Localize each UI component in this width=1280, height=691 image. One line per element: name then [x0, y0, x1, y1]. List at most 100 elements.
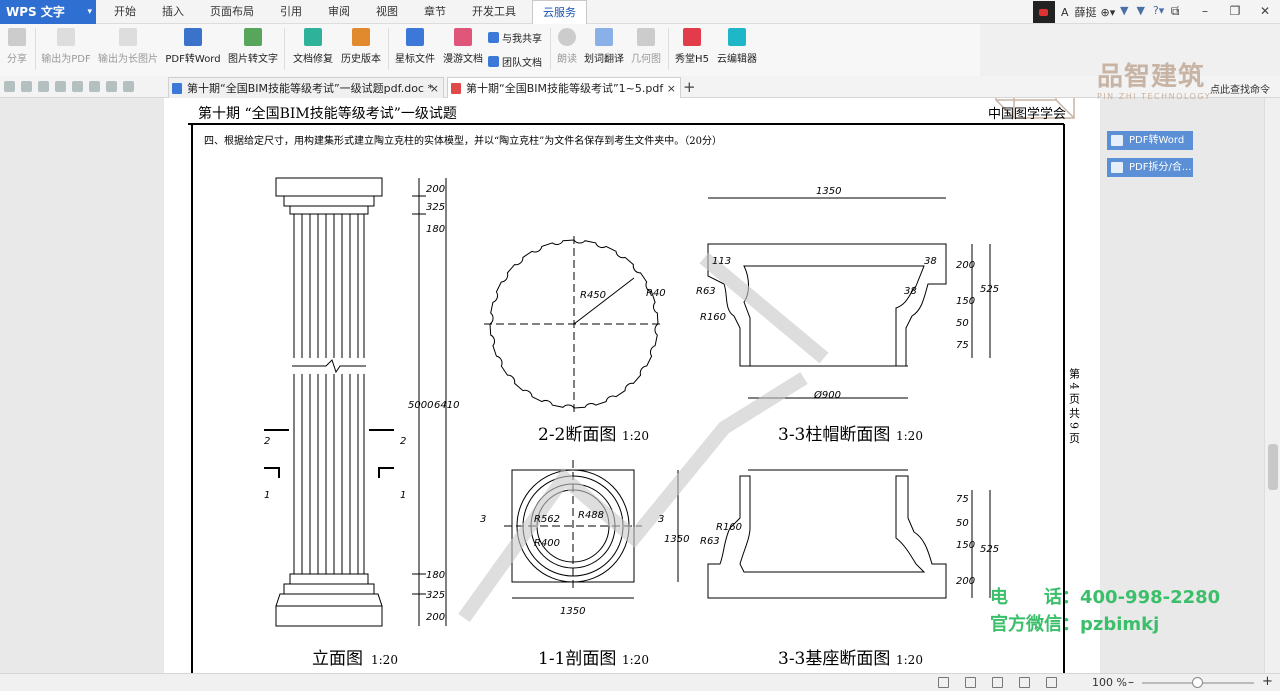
menu-cloud-service[interactable]: 云服务	[532, 0, 587, 25]
menu-chapter[interactable]: 章节	[414, 0, 456, 24]
starred-button[interactable]: 星标文件	[392, 26, 438, 72]
dim-r450: R450	[580, 290, 606, 301]
fullscreen-icon[interactable]	[938, 677, 949, 688]
side-pdf-to-word-button[interactable]: PDF转Word	[1107, 131, 1193, 150]
share-button[interactable]: 分享	[4, 26, 30, 72]
doc-header-org: 中国图学学会	[988, 106, 1066, 122]
web-view-icon[interactable]	[1019, 677, 1030, 688]
menu-references[interactable]: 引用	[270, 0, 312, 24]
geometry-icon	[637, 28, 655, 46]
team-docs-button[interactable]: 团队文档	[488, 54, 542, 69]
read-aloud-button[interactable]: 朗读	[554, 26, 580, 72]
vertical-scrollbar[interactable]	[1264, 98, 1280, 673]
zoom-slider-handle[interactable]	[1192, 677, 1203, 688]
section-mark-2-left: 2	[264, 436, 270, 447]
menu-home[interactable]: 开始	[104, 0, 146, 24]
dim-200-top: 200	[426, 184, 445, 195]
dim-1350-section: 1350	[560, 606, 585, 617]
dim-r63-cap: R63	[696, 286, 716, 297]
dim-325-bottom: 325	[426, 590, 445, 601]
tab-doc[interactable]: 第十期“全国BIM技能等级考试”一级试题pdf.doc * ×	[168, 77, 444, 98]
dim-38-upper: 38	[924, 256, 937, 267]
zoom-in-icon[interactable]: +	[1262, 674, 1273, 689]
zoom-level[interactable]: 100 %	[1092, 676, 1127, 689]
menu-page-layout[interactable]: 页面布局	[200, 0, 264, 24]
user-name[interactable]: 薛挺	[1075, 4, 1097, 20]
dim-113: 113	[712, 256, 731, 267]
open-icon[interactable]	[4, 81, 15, 92]
dim-75-cap: 75	[956, 340, 969, 351]
close-icon[interactable]: ✕	[1250, 0, 1280, 24]
phone-number: 400-998-2280	[1080, 587, 1221, 608]
image-to-text-label: 图片转文字	[228, 54, 278, 65]
shared-with-me-button[interactable]: 与我共享	[488, 30, 542, 45]
maximize-icon[interactable]: ❐	[1220, 0, 1250, 24]
command-search[interactable]: 点此查找命令	[1210, 81, 1270, 96]
dim-150-base: 150	[956, 540, 975, 551]
divider	[388, 28, 389, 70]
share-folder-icon	[488, 32, 499, 43]
translate-button[interactable]: 划词翻译	[584, 26, 624, 72]
save-icon[interactable]	[21, 81, 32, 92]
zoom-out-icon[interactable]: –	[1128, 675, 1134, 689]
close-tab-icon[interactable]: ×	[667, 78, 676, 99]
menu-bar: WPS 文字 ▾ 开始 插入 页面布局 引用 审阅 视图 章节 开发工具 云服务 …	[0, 0, 1280, 25]
pdf-to-word-button[interactable]: PDF转Word	[164, 26, 222, 72]
menu-review[interactable]: 审阅	[318, 0, 360, 24]
repair-icon	[304, 28, 322, 46]
print-icon[interactable]	[55, 81, 66, 92]
dim-75-base: 75	[956, 494, 969, 505]
contact-wechat: 官方微信：pzbimkj	[990, 610, 1159, 636]
user-prefix: A	[1061, 5, 1069, 19]
history-label: 历史版本	[341, 54, 381, 65]
dim-525-base: 525	[980, 544, 999, 555]
page-info: 第 4 页 共 9 页	[1068, 367, 1081, 444]
geometry-button[interactable]: 几何图	[628, 26, 664, 72]
menu-view[interactable]: 视图	[366, 0, 408, 24]
minimize-icon[interactable]: –	[1190, 0, 1220, 24]
history-button[interactable]: 历史版本	[338, 26, 384, 72]
redo-icon[interactable]	[106, 81, 117, 92]
export-long-image-button[interactable]: 输出为长图片	[96, 26, 160, 72]
shirt-icon[interactable]: ▼	[1120, 4, 1128, 17]
section-1-1-title: 1-1剖面图	[538, 649, 616, 669]
menu-developer[interactable]: 开发工具	[462, 0, 526, 24]
user-area[interactable]: A 薛挺 ⊕▾	[1033, 0, 1115, 24]
roaming-button[interactable]: 漫游文档	[440, 26, 486, 72]
pdf-split-icon	[1111, 162, 1123, 173]
menu-insert[interactable]: 插入	[152, 0, 194, 24]
tab-pdf-label: 第十期“全国BIM技能等级考试”1~5.pdf	[466, 82, 664, 95]
dim-38-lower: 38	[904, 286, 917, 297]
preview-icon[interactable]	[72, 81, 83, 92]
save-as-icon[interactable]	[38, 81, 49, 92]
close-tab-icon[interactable]: ×	[430, 78, 439, 99]
avatar[interactable]	[1033, 1, 1055, 23]
side-pdf-split-button[interactable]: PDF拆分/合...	[1107, 158, 1193, 177]
section-mark-1-left: 1	[264, 490, 270, 501]
reading-view-icon[interactable]	[1046, 677, 1057, 688]
brand-subtitle: PIN ZHI TECHNOLOGY	[1097, 92, 1212, 101]
doc-repair-button[interactable]: 文档修复	[290, 26, 336, 72]
outline-view-icon[interactable]	[992, 677, 1003, 688]
new-tab-icon[interactable]: +	[683, 76, 696, 98]
page-view-icon[interactable]	[965, 677, 976, 688]
logo-dropdown-icon[interactable]: ▾	[87, 0, 92, 24]
section-mark-3-right: 3	[658, 514, 664, 525]
tab-pdf[interactable]: 第十期“全国BIM技能等级考试”1~5.pdf ×	[447, 77, 681, 98]
section-3-3-base-title: 3-3基座断面图	[778, 649, 890, 669]
wps-logo-button[interactable]: WPS 文字 ▾	[0, 0, 96, 24]
skin-icon[interactable]: ▼	[1136, 4, 1144, 17]
cloud-editor-button[interactable]: 云编辑器	[714, 26, 760, 72]
dim-r488: R488	[578, 510, 604, 521]
scrollbar-thumb[interactable]	[1268, 444, 1278, 490]
image-to-text-button[interactable]: 图片转文字	[226, 26, 280, 72]
undo-icon[interactable]	[89, 81, 100, 92]
user-status-icon[interactable]: ⊕▾	[1101, 6, 1116, 19]
customize-icon[interactable]	[123, 81, 134, 92]
xiutang-button[interactable]: 秀堂H5	[673, 26, 711, 72]
restore-down-icon[interactable]: ⧉	[1160, 0, 1190, 24]
section-3-3-base-scale: 1:20	[896, 653, 923, 667]
side-pdf-to-word-label: PDF转Word	[1129, 135, 1185, 146]
export-pdf-button[interactable]: 输出为PDF	[40, 26, 92, 72]
left-gutter	[0, 98, 164, 673]
